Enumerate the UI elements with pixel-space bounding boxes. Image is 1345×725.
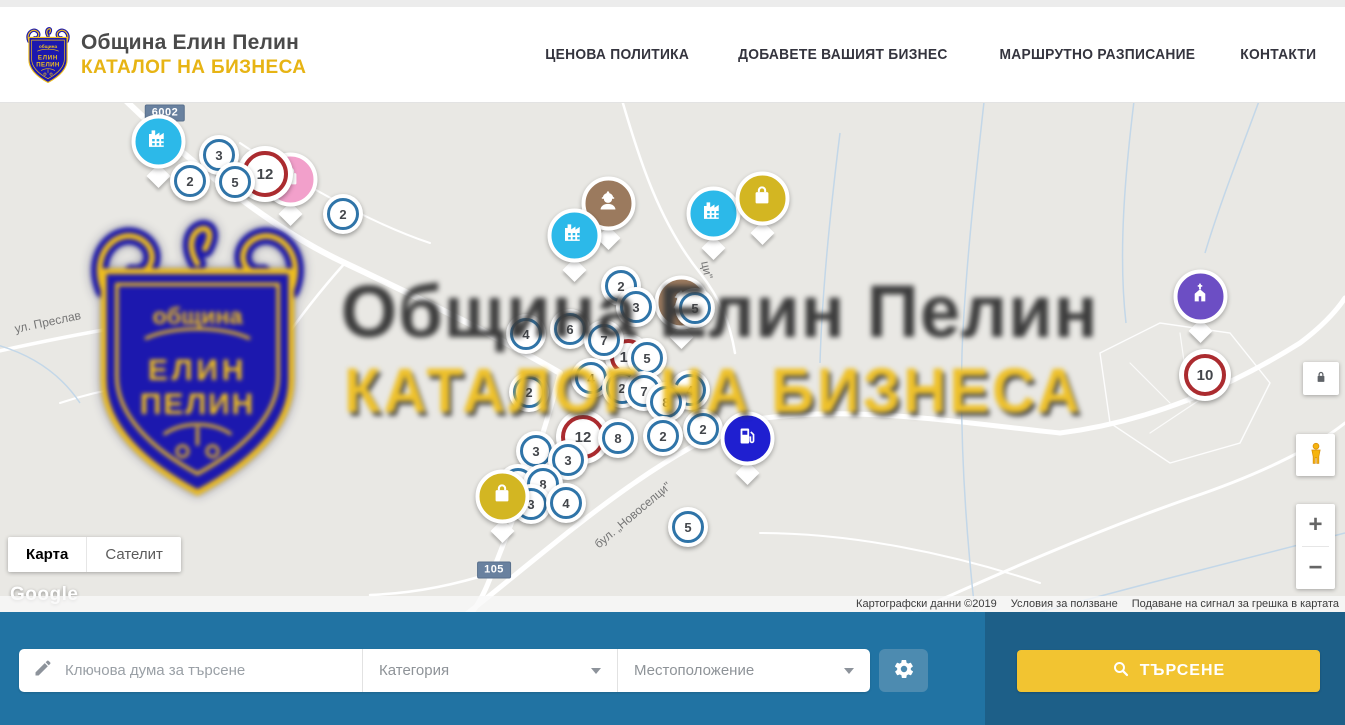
map-marker-cluster[interactable]: 4 xyxy=(506,314,546,354)
location-select[interactable]: Местоположение xyxy=(617,649,870,692)
map-marker-cluster[interactable]: 5 xyxy=(668,507,708,547)
chevron-down-icon xyxy=(844,668,854,674)
map-marker-cluster[interactable]: 2 xyxy=(509,372,549,412)
site-title: Община Елин Пелин xyxy=(81,31,306,55)
map-marker-cluster[interactable]: 5 xyxy=(215,162,255,202)
keyword-input[interactable] xyxy=(65,662,350,679)
terms-link[interactable]: Условия за ползване xyxy=(1011,598,1118,610)
search-button[interactable]: ТЪРСЕНЕ xyxy=(1017,650,1320,692)
header: Община Елин Пелин КАТАЛОГ НА БИЗНЕСА ЦЕН… xyxy=(0,7,1345,103)
top-strip xyxy=(0,0,1345,7)
map-marker-cluster[interactable]: 10 xyxy=(1179,349,1231,401)
main-nav: ЦЕНОВА ПОЛИТИКА ДОБАВЕТЕ ВАШИЯТ БИЗНЕС М… xyxy=(539,46,1320,63)
report-error-link[interactable]: Подаване на сигнал за грешка в картата xyxy=(1132,598,1339,610)
search-icon xyxy=(1112,660,1130,683)
nav-item-add-business[interactable]: ДОБАВЕТЕ ВАШИЯТ БИЗНЕС xyxy=(738,46,947,63)
map-marker-cluster[interactable]: 7 xyxy=(584,320,624,360)
map-marker-pin[interactable] xyxy=(700,214,727,241)
map-attribution: Картографски данни ©2019 Условия за полз… xyxy=(0,596,1345,612)
zoom-in-button[interactable]: + xyxy=(1296,504,1335,546)
map-marker-pin[interactable] xyxy=(145,142,172,169)
brand-text: Община Елин Пелин КАТАЛОГ НА БИЗНЕСА xyxy=(81,31,306,79)
map-marker-cluster[interactable]: 2 xyxy=(323,194,363,234)
map-marker-pin[interactable] xyxy=(734,439,761,466)
location-select-label: Местоположение xyxy=(634,662,844,679)
markers-layer: 12325223564137542748222128333834510 xyxy=(0,103,1345,612)
map-marker-cluster[interactable]: 2 xyxy=(170,161,210,201)
bag-icon xyxy=(489,481,516,513)
brand[interactable]: Община Елин Пелин КАТАЛОГ НА БИЗНЕСА xyxy=(25,26,306,84)
factory-icon xyxy=(145,126,172,158)
map-marker-pin[interactable] xyxy=(1187,297,1214,324)
map-marker-cluster[interactable]: 2 xyxy=(643,416,683,456)
map-copyright: Картографски данни ©2019 xyxy=(856,598,997,610)
pegman-icon xyxy=(1303,440,1329,471)
fuel-icon xyxy=(734,423,761,455)
factory-icon xyxy=(561,220,588,252)
map-marker-pin[interactable] xyxy=(489,497,516,524)
keyword-field[interactable] xyxy=(19,649,362,692)
category-select[interactable]: Категория xyxy=(362,649,617,692)
map-marker-cluster[interactable]: 3 xyxy=(616,287,656,327)
lock-icon xyxy=(1312,368,1330,389)
church-icon xyxy=(1187,281,1214,313)
nav-item-pricing[interactable]: ЦЕНОВА ПОЛИТИКА xyxy=(545,46,689,63)
search-button-label: ТЪРСЕНЕ xyxy=(1140,662,1225,680)
pegman-button[interactable] xyxy=(1296,434,1335,476)
map-type-satellite-button[interactable]: Сателит xyxy=(86,537,181,572)
zoom-out-button[interactable]: − xyxy=(1296,547,1335,589)
site-subtitle: КАТАЛОГ НА БИЗНЕСА xyxy=(81,57,306,79)
map-marker-cluster[interactable]: 5 xyxy=(675,288,715,328)
zoom-controls: + − xyxy=(1296,504,1335,589)
lock-button[interactable] xyxy=(1303,362,1339,395)
worker-icon xyxy=(595,188,622,220)
category-select-label: Категория xyxy=(379,662,591,679)
page: Община Елин Пелин КАТАЛОГ НА БИЗНЕСА ЦЕН… xyxy=(0,0,1345,725)
factory-icon xyxy=(700,198,727,230)
search-bar: Категория Местоположение ТЪРСЕНЕ xyxy=(0,612,1345,725)
map-type-toggle: Карта Сателит xyxy=(8,537,181,572)
search-fields: Категория Местоположение xyxy=(19,649,870,692)
map-marker-cluster[interactable]: 2 xyxy=(683,409,723,449)
bag-icon xyxy=(749,183,776,215)
advanced-options-button[interactable] xyxy=(879,649,928,692)
gear-icon xyxy=(893,658,915,683)
map-marker-pin[interactable] xyxy=(749,199,776,226)
nav-item-schedule[interactable]: МАРШРУТНО РАЗПИСАНИЕ xyxy=(999,46,1195,63)
map-marker-pin[interactable] xyxy=(561,236,588,263)
map-surface[interactable]: 6002 105 ул. Преслав бул. „Новоселци" ци… xyxy=(0,103,1345,612)
map-type-map-button[interactable]: Карта xyxy=(8,537,86,572)
nav-item-contacts[interactable]: КОНТАКТИ xyxy=(1241,46,1317,63)
map-marker-cluster[interactable]: 8 xyxy=(598,418,638,458)
pencil-icon xyxy=(33,658,53,683)
chevron-down-icon xyxy=(591,668,601,674)
municipality-crest-logo xyxy=(25,26,71,84)
map-marker-cluster[interactable]: 4 xyxy=(546,483,586,523)
